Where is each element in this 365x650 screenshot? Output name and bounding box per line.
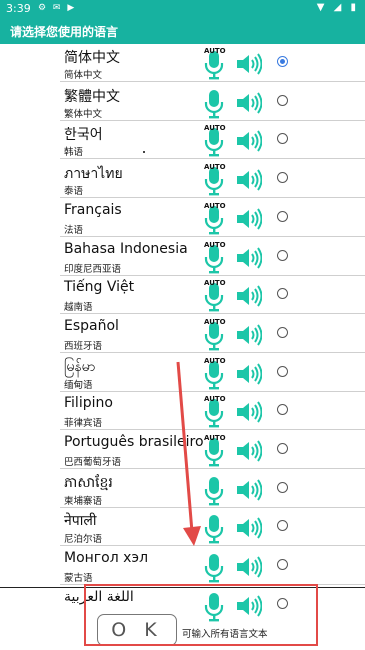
annotation-arrow-line bbox=[176, 361, 194, 533]
annotation-arrow bbox=[176, 361, 201, 546]
annotation-arrow-head bbox=[183, 526, 201, 546]
